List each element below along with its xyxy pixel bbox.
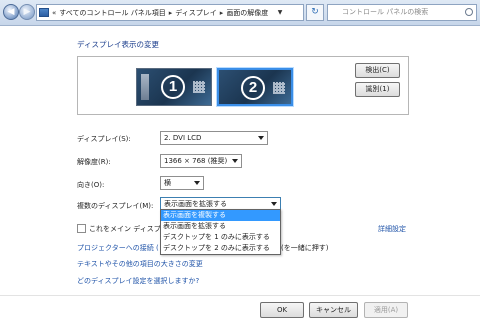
chevron-down-icon xyxy=(232,159,238,163)
monitor-1[interactable]: 1 xyxy=(136,68,212,106)
dropdown-option-extend[interactable]: 表示画面を拡張する xyxy=(161,221,280,232)
multiple-displays-select-value: 表示画面を拡張する xyxy=(164,200,227,208)
forward-button[interactable]: ▶ xyxy=(19,4,35,20)
search-placeholder: コントロール パネルの検索 xyxy=(342,8,429,16)
back-button[interactable]: ◀ xyxy=(3,4,19,20)
which-setting-link[interactable]: どのディスプレイ設定を選択しますか? xyxy=(77,276,199,286)
orientation-select[interactable]: 横 xyxy=(160,176,204,190)
dropdown-option-only-2[interactable]: デスクトップを 2 のみに表示する xyxy=(161,243,280,254)
refresh-icon[interactable]: ↻ xyxy=(306,4,324,21)
cancel-button[interactable]: キャンセル xyxy=(309,302,358,318)
orientation-select-value: 横 xyxy=(164,179,171,187)
breadcrumb-prefix[interactable]: « xyxy=(52,9,56,17)
resolution-label: 解像度(R): xyxy=(77,158,111,166)
multiple-displays-label: 複数のディスプレイ(M): xyxy=(77,202,154,210)
dropdown-option-only-1[interactable]: デスクトップを 1 のみに表示する xyxy=(161,232,280,243)
chevron-down-icon xyxy=(194,181,200,185)
breadcrumb-resolution[interactable]: 画面の解像度 xyxy=(226,8,268,18)
display-select-value: 2. DVI LCD xyxy=(164,134,202,142)
page-title: ディスプレイ表示の変更 xyxy=(77,40,159,49)
main-display-checkbox[interactable] xyxy=(77,224,86,233)
resolution-select[interactable]: 1366 × 768 (推奨) xyxy=(160,154,242,168)
identify-button[interactable]: 識別(1) xyxy=(355,82,400,97)
orientation-label: 向き(O): xyxy=(77,181,105,189)
display-select[interactable]: 2. DVI LCD xyxy=(160,131,268,145)
advanced-settings-link[interactable]: 詳細設定 xyxy=(378,224,406,234)
monitor-grid-icon xyxy=(273,82,285,94)
ok-button[interactable]: OK xyxy=(260,302,304,318)
address-bar-area: ◀ ▶ « すべてのコントロール パネル項目 ▸ ディスプレイ ▸ 画面の解像度… xyxy=(0,0,480,26)
text-size-link[interactable]: テキストやその他の項目の大きさの変更 xyxy=(77,259,203,269)
breadcrumb-separator[interactable]: ▸ xyxy=(220,9,224,17)
monitor-2[interactable]: 2 xyxy=(217,68,293,106)
breadcrumb-all-items[interactable]: すべてのコントロール パネル項目 xyxy=(59,8,165,18)
projector-hint: (を一緒に押す) xyxy=(281,244,329,252)
resolution-select-value: 1366 × 768 (推奨) xyxy=(164,157,228,165)
dropdown-option-duplicate[interactable]: 表示画面を複製する xyxy=(161,210,280,221)
main-display-label[interactable]: これをメイン ディスプ xyxy=(89,224,161,234)
control-panel-icon xyxy=(39,8,49,17)
chevron-down-icon[interactable]: ▼ xyxy=(275,5,285,20)
monitor-number-badge: 1 xyxy=(161,75,185,99)
address-field[interactable]: « すべてのコントロール パネル項目 ▸ ディスプレイ ▸ 画面の解像度 ▼ xyxy=(36,4,304,21)
search-icon[interactable] xyxy=(465,8,473,16)
chevron-down-icon xyxy=(258,136,264,140)
footer-divider xyxy=(0,295,480,296)
search-input[interactable]: コントロール パネルの検索 xyxy=(327,4,477,21)
chevron-down-icon xyxy=(271,202,277,206)
detect-button[interactable]: 検出(C) xyxy=(355,63,400,78)
breadcrumb-display[interactable]: ディスプレイ xyxy=(175,8,217,18)
monitor-stand-icon xyxy=(141,74,149,100)
monitor-number-badge: 2 xyxy=(241,76,265,100)
multiple-displays-dropdown: 表示画面を複製する 表示画面を拡張する デスクトップを 1 のみに表示する デス… xyxy=(160,209,281,255)
display-label: ディスプレイ(S): xyxy=(77,135,131,143)
breadcrumb-separator[interactable]: ▸ xyxy=(169,9,173,17)
projector-link[interactable]: プロジェクターへの接続 ( xyxy=(77,243,159,253)
apply-button[interactable]: 適用(A) xyxy=(364,302,408,318)
monitor-grid-icon xyxy=(193,81,205,93)
